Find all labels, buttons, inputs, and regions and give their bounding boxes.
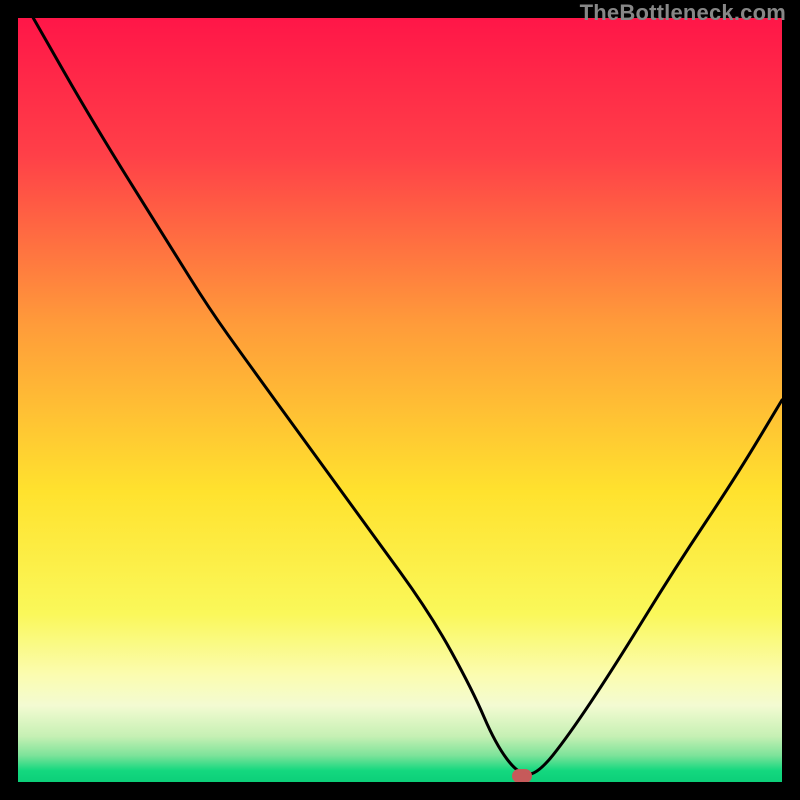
plot-area	[18, 18, 782, 782]
watermark-text: TheBottleneck.com	[580, 0, 786, 26]
bottleneck-curve	[18, 18, 782, 782]
chart-frame: TheBottleneck.com	[0, 0, 800, 800]
optimal-marker	[512, 769, 532, 782]
